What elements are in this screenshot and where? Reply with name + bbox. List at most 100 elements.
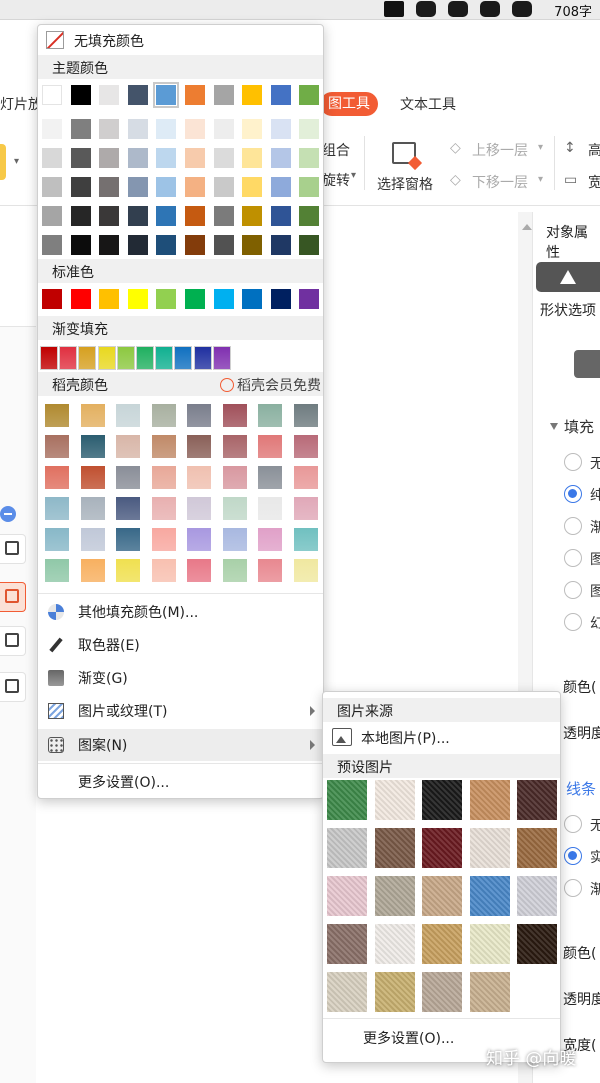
- preset-texture-swatch[interactable]: [327, 972, 367, 1012]
- theme-color-swatch[interactable]: [127, 148, 148, 168]
- docer-color-swatch[interactable]: [45, 497, 69, 520]
- gradient-color-swatch[interactable]: [40, 346, 58, 370]
- docer-color-swatch[interactable]: [45, 559, 69, 582]
- docer-color-swatch[interactable]: [222, 404, 247, 427]
- docer-color-swatch[interactable]: [293, 528, 318, 551]
- preset-texture-swatch[interactable]: [469, 972, 510, 1012]
- bring-forward-button[interactable]: 上移一层: [472, 140, 528, 160]
- theme-color-swatch[interactable]: [242, 206, 263, 226]
- docer-color-swatch[interactable]: [116, 435, 140, 458]
- fill-radio-picture[interactable]: [564, 549, 582, 567]
- theme-color-swatch[interactable]: [213, 119, 234, 139]
- theme-color-swatch[interactable]: [156, 148, 177, 168]
- docer-color-swatch[interactable]: [258, 559, 282, 582]
- line-radio-none[interactable]: [564, 815, 582, 833]
- docer-color-swatch[interactable]: [151, 404, 176, 427]
- fill-radio-gradient[interactable]: [564, 517, 582, 535]
- standard-color-swatch[interactable]: [99, 289, 120, 309]
- gradient-color-swatch[interactable]: [97, 346, 116, 370]
- status-app-icon-1[interactable]: [416, 1, 436, 17]
- docer-color-swatch[interactable]: [116, 559, 140, 582]
- preset-texture-swatch[interactable]: [517, 876, 557, 916]
- theme-color-swatch[interactable]: [42, 119, 62, 139]
- gradient-color-swatch[interactable]: [136, 346, 154, 370]
- theme-color-swatch[interactable]: [299, 235, 320, 255]
- docer-color-swatch[interactable]: [80, 559, 105, 582]
- fill-line-tab[interactable]: [574, 350, 600, 378]
- theme-color-swatch[interactable]: [242, 235, 263, 255]
- theme-color-swatch[interactable]: [156, 206, 177, 226]
- theme-color-swatch[interactable]: [242, 85, 263, 105]
- standard-color-swatch[interactable]: [185, 289, 205, 309]
- preset-texture-swatch[interactable]: [422, 924, 462, 964]
- fill-radio-solid[interactable]: [564, 485, 582, 503]
- docer-color-swatch[interactable]: [222, 559, 247, 582]
- docer-color-swatch[interactable]: [80, 497, 105, 520]
- preset-texture-swatch[interactable]: [327, 876, 367, 916]
- status-app-icon-4[interactable]: [512, 1, 532, 17]
- theme-color-swatch[interactable]: [156, 177, 177, 197]
- preset-texture-swatch[interactable]: [374, 780, 415, 820]
- theme-color-swatch[interactable]: [299, 206, 320, 226]
- theme-color-swatch[interactable]: [185, 206, 205, 226]
- send-backward-button[interactable]: 下移一层: [472, 172, 528, 192]
- docer-color-swatch[interactable]: [187, 435, 211, 458]
- docer-color-swatch[interactable]: [222, 528, 247, 551]
- docer-color-swatch[interactable]: [293, 435, 318, 458]
- local-picture-item[interactable]: 本地图片(P)...: [323, 726, 560, 752]
- theme-color-swatch[interactable]: [270, 235, 291, 255]
- theme-color-swatch[interactable]: [299, 85, 320, 105]
- preset-texture-swatch[interactable]: [374, 924, 415, 964]
- theme-color-swatch[interactable]: [70, 119, 91, 139]
- rotate-button[interactable]: 旋转: [322, 170, 350, 190]
- standard-color-swatch[interactable]: [70, 289, 91, 309]
- tab-slide-show[interactable]: 灯片放: [0, 94, 42, 114]
- theme-color-swatch[interactable]: [156, 119, 177, 139]
- docer-color-swatch[interactable]: [45, 466, 69, 489]
- docer-color-swatch[interactable]: [293, 404, 318, 427]
- picture-texture-item[interactable]: 图片或纹理(T): [38, 695, 323, 727]
- collapse-icon[interactable]: [0, 506, 16, 522]
- preset-texture-swatch[interactable]: [374, 972, 415, 1012]
- shape-options-tab[interactable]: [536, 262, 600, 292]
- no-fill-option[interactable]: 无填充颜色: [38, 27, 323, 53]
- theme-color-swatch[interactable]: [99, 85, 120, 105]
- standard-color-swatch[interactable]: [299, 289, 320, 309]
- line-section-header[interactable]: 线条: [566, 778, 596, 799]
- group-button[interactable]: 组合: [322, 140, 350, 160]
- docer-color-swatch[interactable]: [45, 404, 69, 427]
- docer-color-swatch[interactable]: [151, 497, 176, 520]
- docer-color-swatch[interactable]: [258, 528, 282, 551]
- docer-color-swatch[interactable]: [151, 435, 176, 458]
- status-app-icon-3[interactable]: [480, 1, 500, 17]
- docer-color-swatch[interactable]: [258, 466, 282, 489]
- theme-color-swatch[interactable]: [270, 148, 291, 168]
- gradient-color-swatch[interactable]: [116, 346, 135, 370]
- selection-pane-button[interactable]: 选择窗格: [377, 174, 433, 194]
- theme-color-swatch[interactable]: [242, 177, 263, 197]
- docer-color-swatch[interactable]: [116, 497, 140, 520]
- layout-tool[interactable]: [0, 626, 26, 656]
- chevron-down-icon[interactable]: ▾: [351, 170, 356, 181]
- theme-color-swatch[interactable]: [42, 235, 62, 255]
- docer-color-swatch[interactable]: [222, 497, 247, 520]
- preset-texture-swatch[interactable]: [422, 972, 462, 1012]
- arrange-tool[interactable]: [0, 672, 26, 702]
- fill-tool[interactable]: [0, 582, 26, 612]
- theme-color-swatch[interactable]: [70, 85, 91, 105]
- fill-radio-pattern[interactable]: [564, 581, 582, 599]
- theme-color-swatch[interactable]: [213, 85, 234, 105]
- theme-color-swatch[interactable]: [99, 235, 120, 255]
- tab-text-tools[interactable]: 文本工具: [400, 94, 456, 114]
- theme-color-swatch[interactable]: [270, 206, 291, 226]
- tab-picture-tools[interactable]: 图工具: [320, 92, 378, 116]
- docer-color-swatch[interactable]: [80, 435, 105, 458]
- standard-color-swatch[interactable]: [242, 289, 263, 309]
- docer-color-swatch[interactable]: [45, 528, 69, 551]
- scroll-up-icon[interactable]: [522, 218, 532, 230]
- docer-member-badge[interactable]: 稻壳会员免费: [220, 375, 321, 395]
- docer-color-swatch[interactable]: [222, 435, 247, 458]
- theme-color-swatch[interactable]: [127, 85, 148, 105]
- theme-color-swatch[interactable]: [127, 235, 148, 255]
- theme-color-swatch[interactable]: [242, 119, 263, 139]
